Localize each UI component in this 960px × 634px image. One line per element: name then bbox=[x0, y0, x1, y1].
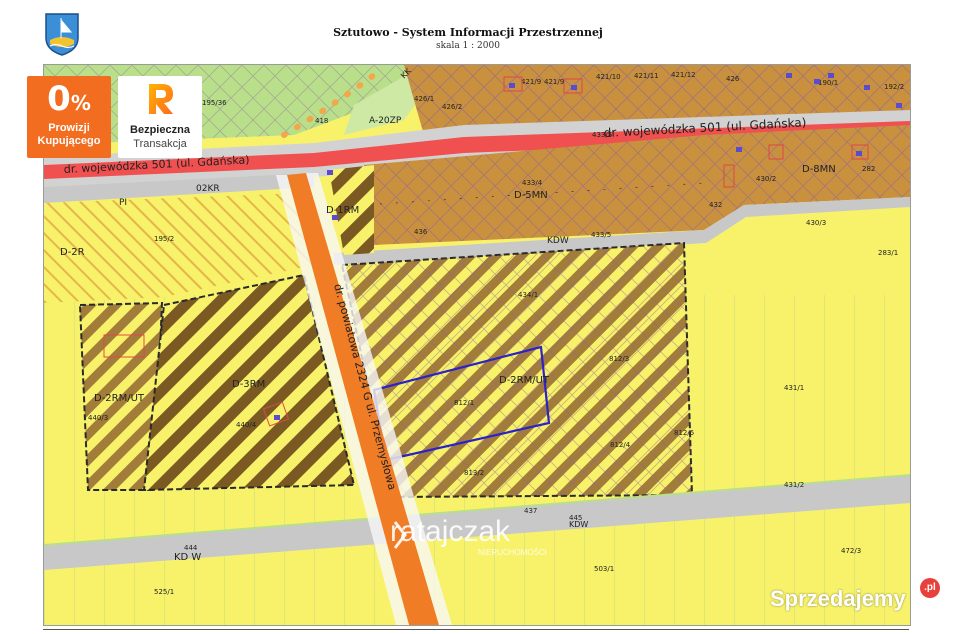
parcel-label: 421/9 bbox=[544, 78, 564, 86]
parcel-label: 426 bbox=[726, 75, 740, 83]
map-title: Sztutowo - System Informacji Przestrzenn… bbox=[333, 26, 603, 39]
parcel-label: 431/1 bbox=[784, 384, 804, 392]
zone-label: KD W bbox=[174, 552, 201, 563]
parcel-label: 426/2 bbox=[442, 103, 462, 111]
badge-line2: Kupującego bbox=[37, 135, 101, 147]
parcel-label: 190/1 bbox=[818, 79, 838, 87]
map-scale: skala 1 : 2000 bbox=[436, 41, 500, 51]
agency-watermark: ratajczak bbox=[390, 515, 511, 548]
zero-commission-badge[interactable]: 0% Prowizji Kupującego bbox=[27, 76, 111, 158]
parcel-label: 430/2 bbox=[756, 175, 776, 183]
parcel-label: 433/5 bbox=[591, 231, 611, 239]
parcel-label: 525/1 bbox=[154, 588, 174, 596]
zone-label: 02KR bbox=[196, 184, 220, 194]
zone-label: D-2RM/UT bbox=[499, 375, 550, 386]
parcel-label: 426/1 bbox=[414, 95, 434, 103]
zone-label: D-2RM/UT bbox=[94, 393, 145, 404]
parcel-label: 812/3 bbox=[609, 355, 629, 363]
parcel-label: 440/3 bbox=[88, 414, 108, 422]
zone-label: D-1RM bbox=[326, 205, 359, 216]
parcel-label: 421/11 bbox=[634, 72, 659, 80]
parcel-label: 434/1 bbox=[518, 291, 538, 299]
parcel-label: 433/5 bbox=[592, 131, 612, 139]
map-header: Sztutowo - System Informacji Przestrzenn… bbox=[0, 0, 960, 62]
parcel-label: 437 bbox=[524, 507, 537, 515]
parcel-label: 436 bbox=[414, 228, 428, 236]
parcel-label: 432 bbox=[709, 201, 722, 209]
parcel-label: 283/1 bbox=[878, 249, 898, 257]
parcel-label: 503/1 bbox=[594, 565, 614, 573]
parcel-label: 444 bbox=[184, 544, 198, 552]
parcel-label: 421/10 bbox=[596, 73, 621, 81]
safe-transaction-logo-icon bbox=[149, 84, 173, 114]
parcel-label: 812/4 bbox=[610, 441, 631, 449]
zone-label: KDW bbox=[547, 236, 569, 246]
site-watermark: Sprzedajemy bbox=[770, 586, 906, 611]
parcel-label: 472/3 bbox=[841, 547, 861, 555]
parcel-label: 418 bbox=[315, 117, 328, 125]
parcel-label: 812/1 bbox=[454, 399, 474, 407]
parcel-label: 421/12 bbox=[671, 71, 696, 79]
site-watermark-suffix: .pl bbox=[920, 578, 940, 598]
zone-label: D-5MN bbox=[514, 190, 548, 201]
zone-label: D-2R bbox=[60, 247, 85, 258]
parcel-label: 445 bbox=[569, 514, 582, 522]
parcel-label: 433/4 bbox=[522, 179, 543, 187]
parcel-label: 282 bbox=[862, 165, 875, 173]
zone-label: D-8MN bbox=[802, 164, 836, 175]
parcel-label: 440/4 bbox=[236, 421, 257, 429]
badge-line1: Bezpieczna bbox=[130, 124, 190, 136]
badge-line1: Prowizji bbox=[48, 122, 90, 134]
agency-watermark-sub: NIERUCHOMOŚCI bbox=[478, 548, 547, 557]
badge-line2: Transakcja bbox=[133, 138, 187, 150]
safe-transaction-badge[interactable]: Bezpieczna Transakcja bbox=[118, 76, 202, 158]
map-bottom-rule bbox=[43, 629, 909, 630]
parcel-label: 195/2 bbox=[154, 235, 174, 243]
zone-label: PI bbox=[119, 198, 127, 208]
zero-percent-text: 0% bbox=[47, 79, 91, 119]
parcel-label: 195/36 bbox=[202, 99, 227, 107]
parcel-label: 431/2 bbox=[784, 481, 804, 489]
parcel-label: 813/2 bbox=[464, 469, 484, 477]
parcel-label: 192/2 bbox=[884, 83, 904, 91]
parcel-label: 421/9 bbox=[521, 78, 541, 86]
parcel-label: 430/3 bbox=[806, 219, 826, 227]
zone-label: D-3RM bbox=[232, 379, 265, 390]
parcel-label: 812/5 bbox=[674, 429, 694, 437]
zone-label: A-20ZP bbox=[369, 116, 402, 126]
